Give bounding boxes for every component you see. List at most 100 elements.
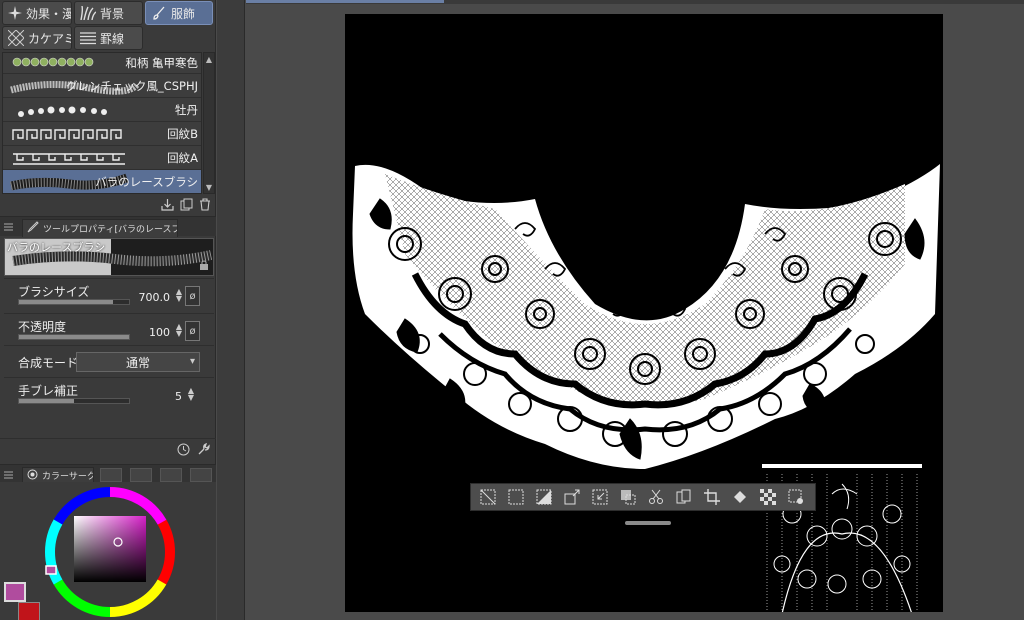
blend-mode-select[interactable]: 通常 ▾	[76, 352, 200, 372]
tab-crosshatch-label: カケアミ	[28, 31, 72, 46]
meander-a-thumbnail	[13, 153, 125, 165]
blend-mode-value: 通常	[125, 355, 150, 370]
color-circle-area	[0, 482, 216, 620]
list-item-label: グレンチェック風_CSPHJ	[65, 78, 198, 93]
brush-list-footer	[0, 194, 216, 214]
menu-icon[interactable]	[4, 221, 14, 234]
brush-size-property: ブラシサイズ 700.0 ▲ ▼ ø	[4, 278, 214, 312]
tab-effects-label: 効果・漫	[26, 6, 72, 21]
tab-ruled-lines-label: 罫線	[100, 31, 125, 46]
stabilization-property: 手ブレ補正 5 ▲ ▼	[4, 377, 214, 411]
stabilization-value[interactable]: 5	[175, 390, 182, 403]
crop-icon[interactable]	[699, 486, 724, 508]
expand-selection-icon[interactable]	[559, 486, 584, 508]
meander-b-thumbnail	[12, 129, 122, 140]
active-canvas-tab[interactable]	[246, 0, 444, 3]
deselect-icon[interactable]	[475, 486, 500, 508]
scroll-up-icon[interactable]: ▲	[204, 53, 214, 65]
spin-arrows-icon[interactable]: ▲ ▼	[176, 288, 182, 303]
left-panel: 効果・漫 背景 服飾 カケアミ 罫線 和柄 亀甲寒色 グレンチェック風_CSPH…	[0, 0, 216, 620]
tab-intermediate-color[interactable]	[160, 468, 182, 482]
preview-brush-name: バラのレースブラシ	[7, 241, 106, 254]
tool-property-title: ツールプロパティ[バラのレースブラシ]	[43, 225, 177, 235]
tool-property-footer	[0, 438, 216, 460]
copy-paste-icon[interactable]	[671, 486, 696, 508]
sub-color-swatch[interactable]	[18, 602, 40, 620]
toolbar-drag-handle[interactable]	[625, 521, 671, 525]
color-circle-title: カラーサーク	[42, 472, 94, 482]
fill-selection-icon[interactable]	[615, 486, 640, 508]
list-item-label: 和柄 亀甲寒色	[125, 56, 198, 70]
trash-icon[interactable]	[198, 197, 212, 211]
list-item-label: 回紋B	[167, 126, 198, 141]
tool-property-header: ツールプロパティ[バラのレースブラシ]	[0, 216, 216, 237]
chevron-down-icon: ▾	[189, 356, 195, 367]
brush-list-scrollbar[interactable]: ▲ ▼	[203, 52, 215, 194]
lines-icon	[80, 30, 96, 46]
tab-background[interactable]: 背景	[74, 1, 143, 25]
list-item[interactable]: 牡丹	[3, 98, 201, 122]
sub-tool-detail-icon[interactable]	[176, 443, 190, 457]
stabilization-label: 手ブレ補正	[18, 384, 79, 398]
tab-color-set[interactable]	[130, 468, 152, 482]
list-item-selected[interactable]: バラのレースブラシ	[3, 170, 201, 193]
list-item[interactable]: 回紋A	[3, 146, 201, 170]
list-item-label: バラのレースブラシ	[95, 174, 198, 189]
grass-icon	[80, 5, 96, 21]
transparency-icon[interactable]	[755, 486, 780, 508]
tab-color-circle[interactable]: カラーサーク	[22, 467, 94, 483]
scroll-down-icon[interactable]: ▼	[204, 181, 214, 193]
tab-accessories[interactable]: 服飾	[145, 1, 213, 25]
list-item[interactable]: 回紋B	[3, 122, 201, 146]
sparkle-icon	[8, 5, 22, 21]
wrench-icon[interactable]	[196, 443, 210, 457]
material-tab-row-2: カケアミ 罫線	[2, 26, 143, 50]
peony-pattern-thumbnail	[18, 106, 107, 117]
stabilization-slider[interactable]	[18, 398, 130, 404]
brush-stroke-preview: バラのレースブラシ	[4, 238, 214, 276]
lock-icon[interactable]	[199, 260, 209, 273]
duplicate-icon[interactable]	[179, 197, 193, 211]
opacity-slider[interactable]	[18, 334, 130, 340]
canvas-tab-strip	[246, 0, 1024, 4]
spin-arrows-icon[interactable]: ▲ ▼	[176, 323, 182, 338]
brush-icon	[151, 5, 167, 21]
pressure-toggle-button[interactable]: ø	[185, 321, 200, 341]
brush-size-slider[interactable]	[18, 299, 130, 305]
select-all-icon[interactable]	[503, 486, 528, 508]
blend-mode-label: 合成モード	[18, 356, 79, 370]
fill-bucket-icon[interactable]	[727, 486, 752, 508]
list-item[interactable]: グレンチェック風_CSPHJ	[3, 74, 201, 98]
tab-color-slider[interactable]	[100, 468, 122, 482]
import-icon[interactable]	[160, 197, 174, 211]
pen-icon	[27, 221, 39, 236]
main-color-swatch[interactable]	[4, 582, 26, 602]
opacity-property: 不透明度 100 ▲ ▼ ø	[4, 313, 214, 347]
brush-size-value[interactable]: 700.0	[139, 291, 171, 304]
blend-mode-property: 合成モード 通常 ▾	[4, 345, 214, 379]
tab-ruled-lines[interactable]: 罫線	[74, 26, 143, 50]
hexagon-pattern-thumbnail	[12, 57, 94, 67]
color-wheel[interactable]	[0, 482, 216, 620]
opacity-value[interactable]: 100	[149, 326, 170, 339]
crosshatch-icon	[8, 30, 24, 46]
tab-tool-property[interactable]: ツールプロパティ[バラのレースブラシ]	[22, 219, 178, 237]
tab-effects[interactable]: 効果・漫	[2, 1, 72, 25]
invert-selection-icon[interactable]	[531, 486, 556, 508]
shrink-selection-icon[interactable]	[587, 486, 612, 508]
spin-arrows-icon[interactable]: ▲ ▼	[188, 387, 194, 402]
list-item[interactable]: 和柄 亀甲寒色	[3, 53, 201, 74]
tab-accessories-label: 服飾	[171, 6, 196, 21]
hue-cursor	[45, 565, 57, 575]
selection-launcher-toolbar	[470, 483, 816, 511]
list-item-label: 回紋A	[167, 150, 198, 165]
material-tab-row-1: 効果・漫 背景 服飾	[2, 1, 213, 25]
more-settings-icon[interactable]	[783, 486, 808, 508]
tab-approximate-color[interactable]	[190, 468, 212, 482]
pressure-toggle-button[interactable]: ø	[185, 286, 200, 306]
color-circle-icon	[27, 469, 38, 483]
menu-icon[interactable]	[4, 469, 13, 482]
brush-material-list: 和柄 亀甲寒色 グレンチェック風_CSPHJ 牡丹 回紋B 回紋A バラのレース…	[2, 52, 202, 194]
tab-crosshatch[interactable]: カケアミ	[2, 26, 72, 50]
cut-icon[interactable]	[643, 486, 668, 508]
